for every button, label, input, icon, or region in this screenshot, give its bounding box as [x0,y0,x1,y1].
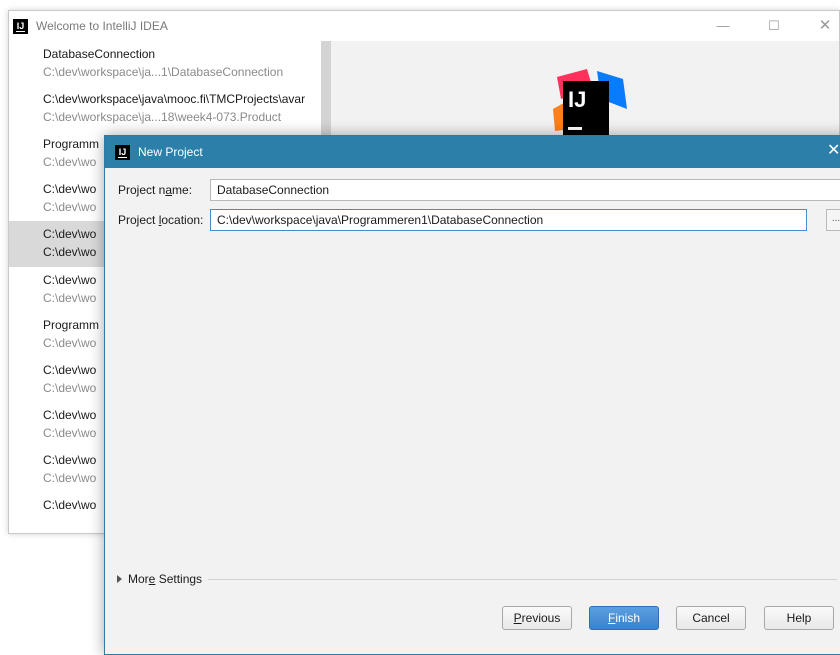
dialog-title: New Project [138,145,203,159]
logo-text: IJ [568,87,586,112]
recent-project-item[interactable]: C:\dev\workspace\java\mooc.fi\TMCProject… [9,86,321,131]
project-location-field[interactable]: C:\dev\workspace\java\Programmeren1\Data… [210,209,807,231]
welcome-titlebar: IJ Welcome to IntelliJ IDEA — ☐ ✕ [9,11,839,41]
help-button[interactable]: Help [764,606,834,630]
intellij-app-icon: IJ [13,18,28,34]
close-icon[interactable]: ✕ [805,16,840,36]
cancel-button[interactable]: Cancel [676,606,746,630]
previous-button[interactable]: Previous [502,606,572,630]
welcome-window-title: Welcome to IntelliJ IDEA [36,19,168,33]
intellij-app-icon: IJ [115,144,130,160]
recent-project-path: C:\dev\workspace\ja...1\DatabaseConnecti… [43,65,284,79]
intellij-logo-icon: IJ [553,69,627,139]
recent-project-item[interactable]: DatabaseConnection C:\dev\workspace\ja...… [9,41,321,86]
dialog-titlebar: IJ New Project ✕ [105,136,840,168]
new-project-dialog: IJ New Project ✕ Project name: DatabaseC… [104,135,840,655]
recent-project-path: C:\dev\workspace\ja...18\week4-073.Produ… [43,110,282,124]
recent-project-name: DatabaseConnection [43,47,156,61]
project-name-field[interactable]: DatabaseConnection [210,179,840,201]
project-name-label: Project name: [118,183,193,197]
project-name-row: Project name: DatabaseConnection [118,179,840,201]
recent-project-name: C:\dev\workspace\java\mooc.fi\TMCProject… [43,92,306,106]
minimize-icon[interactable]: — [703,16,743,36]
separator-line [208,578,837,580]
expand-arrow-icon [117,575,122,583]
more-settings-toggle[interactable]: More Settings [117,571,837,587]
project-location-label: Project location: [118,213,204,227]
browse-button[interactable]: ... [826,209,840,231]
maximize-icon[interactable]: ☐ [754,16,794,36]
finish-button[interactable]: Finish [589,606,659,630]
dialog-close-icon[interactable]: ✕ [827,141,840,161]
project-location-row: Project location: C:\dev\workspace\java\… [118,209,840,231]
more-settings-label: More Settings [128,572,203,586]
